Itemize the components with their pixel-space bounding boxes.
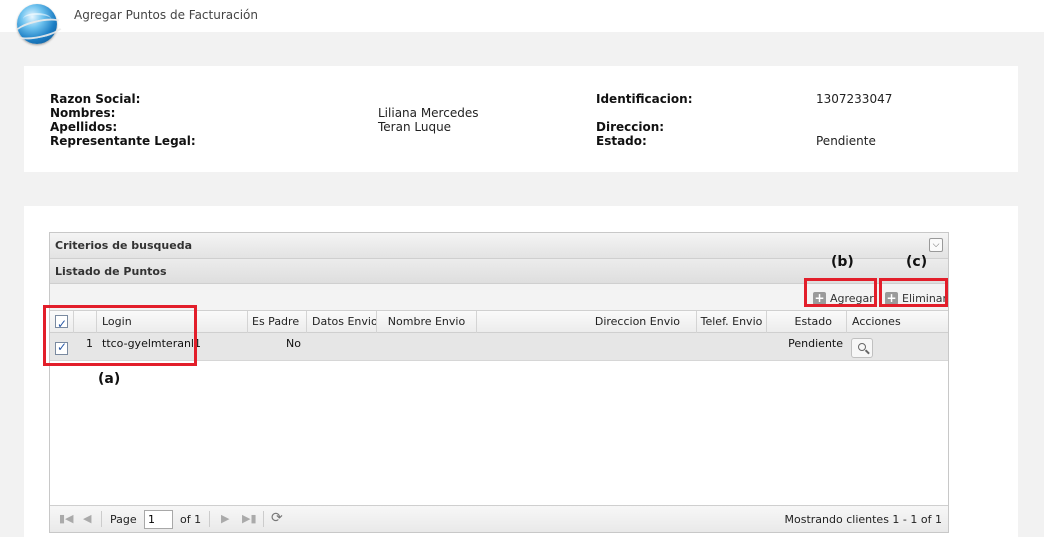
expand-chevron-icon[interactable]: ⌵ (929, 238, 943, 252)
annotation-label-b: (b) (831, 254, 854, 270)
column-es-padre[interactable]: Es Padre (248, 311, 307, 333)
view-detail-button[interactable] (851, 338, 873, 358)
client-info-panel: Razon Social: Nombres: Liliana Mercedes … (24, 66, 1018, 172)
list-title: Listado de Puntos (55, 265, 167, 278)
apellidos-value: Teran Luque (378, 120, 452, 134)
page-count-label: of 1 (180, 513, 202, 526)
nombres-label: Nombres: (50, 106, 116, 120)
razon-social-label: Razon Social: (50, 92, 141, 106)
annotation-label-c: (c) (906, 254, 928, 270)
representante-legal-label: Representante Legal: (50, 134, 196, 148)
page-label: Page (110, 513, 137, 526)
es-padre-cell: No (286, 337, 301, 350)
globe-icon (17, 4, 57, 44)
search-criteria-title: Criterios de busqueda (55, 239, 192, 252)
top-bar: Agregar Puntos de Facturación (0, 0, 1044, 44)
column-acciones[interactable]: Acciones (847, 311, 948, 333)
column-direccion-envio[interactable]: Direccion Envio (477, 311, 697, 333)
search-criteria-bar[interactable]: Criterios de busqueda ⌵ (50, 233, 948, 259)
column-datos-envio[interactable]: Datos Envio (307, 311, 377, 333)
annotation-box-a (43, 305, 197, 366)
annotation-box-b (804, 278, 877, 307)
column-nombre-envio[interactable]: Nombre Envio (377, 311, 477, 333)
annotation-label-a: (a) (98, 371, 121, 387)
page-number-input[interactable] (144, 510, 173, 529)
column-estado[interactable]: Estado (767, 311, 847, 333)
identificacion-label: Identificacion: (596, 92, 693, 106)
column-telef-envio[interactable]: Telef. Envio (697, 311, 767, 333)
page-title: Agregar Puntos de Facturación (74, 8, 258, 22)
identificacion-value: 1307233047 (816, 92, 893, 106)
estado-cell: Pendiente (788, 337, 843, 350)
nombres-value: Liliana Mercedes (378, 106, 479, 120)
direccion-label: Direccion: (596, 120, 665, 134)
estado-value: Pendiente (816, 134, 876, 148)
pager: ▮◀ ◀ Page of 1 ▶ ▶▮ ⟳ Mostrando clientes… (50, 505, 948, 532)
annotation-box-c (879, 278, 948, 307)
next-page-icon[interactable]: ▶ (221, 512, 229, 525)
previous-page-icon[interactable]: ◀ (83, 512, 91, 525)
apellidos-label: Apellidos: (50, 120, 118, 134)
last-page-icon[interactable]: ▶▮ (242, 512, 257, 525)
records-summary: Mostrando clientes 1 - 1 of 1 (784, 513, 942, 526)
refresh-icon[interactable]: ⟳ (271, 510, 283, 526)
first-page-icon[interactable]: ▮◀ (59, 512, 74, 525)
estado-label: Estado: (596, 134, 647, 148)
